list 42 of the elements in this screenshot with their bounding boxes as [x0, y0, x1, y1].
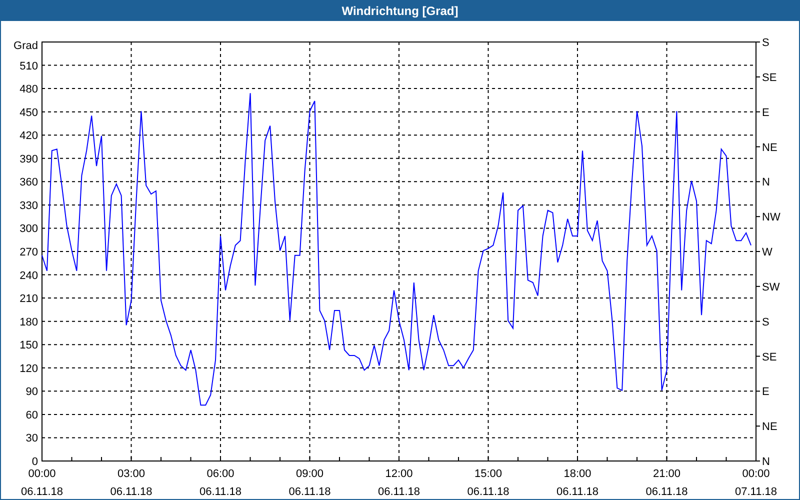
y-tick-label: 0	[32, 456, 38, 468]
y-tick-label: 120	[20, 362, 38, 375]
direction-label: NE	[762, 421, 778, 434]
x-tick-label: 03:00 06.11.18	[110, 468, 152, 498]
direction-label: E	[762, 106, 770, 119]
x-tick-label: 21:00 06.11.18	[646, 468, 688, 498]
y-tick-label: 60	[26, 409, 38, 422]
y-tick-label: 480	[20, 84, 38, 96]
x-tick-label: 15:00 06.11.18	[467, 468, 510, 498]
direction-label: SE	[762, 351, 777, 364]
y-tick-label: 360	[20, 176, 38, 189]
y-tick-label: 390	[20, 153, 38, 166]
window-title: Windrichtung [Grad]	[342, 4, 458, 18]
y-tick-label: 150	[20, 340, 38, 352]
direction-label: N	[762, 456, 770, 468]
direction-label: W	[762, 246, 772, 258]
x-tick-label: 18:00 06.11.18	[556, 468, 598, 498]
direction-label: N	[762, 176, 770, 189]
y-tick-label: 330	[20, 200, 38, 212]
y-tick-label: 210	[20, 293, 38, 306]
y-tick-label: 30	[26, 432, 38, 445]
x-tick-label: 00:00 07.11.18	[735, 468, 777, 498]
x-tick-label: 00:00 06.11.18	[21, 468, 63, 498]
y-tick-label: 270	[20, 246, 38, 258]
y-tick-label: 90	[26, 386, 38, 398]
y-tick-label: 420	[20, 130, 38, 142]
direction-label: SW	[762, 281, 780, 294]
y-tick-label: 180	[20, 316, 38, 328]
direction-label: NE	[762, 142, 778, 154]
x-tick-label: 09:00 06.11.18	[288, 468, 331, 498]
direction-label: E	[762, 386, 770, 398]
y-tick-label: 450	[20, 106, 38, 119]
direction-label: S	[762, 316, 770, 328]
y-tick-label: 240	[20, 270, 38, 282]
y-tick-label: 510	[20, 60, 38, 72]
direction-label: NW	[762, 212, 780, 224]
direction-label: SE	[762, 72, 777, 84]
x-tick-label: 12:00 06.11.18	[378, 468, 420, 498]
y-axis-label: Grad	[14, 40, 38, 52]
direction-label: S	[762, 37, 770, 49]
y-tick-label: 300	[20, 223, 38, 236]
x-tick-label: 06:00 06.11.18	[200, 468, 242, 498]
